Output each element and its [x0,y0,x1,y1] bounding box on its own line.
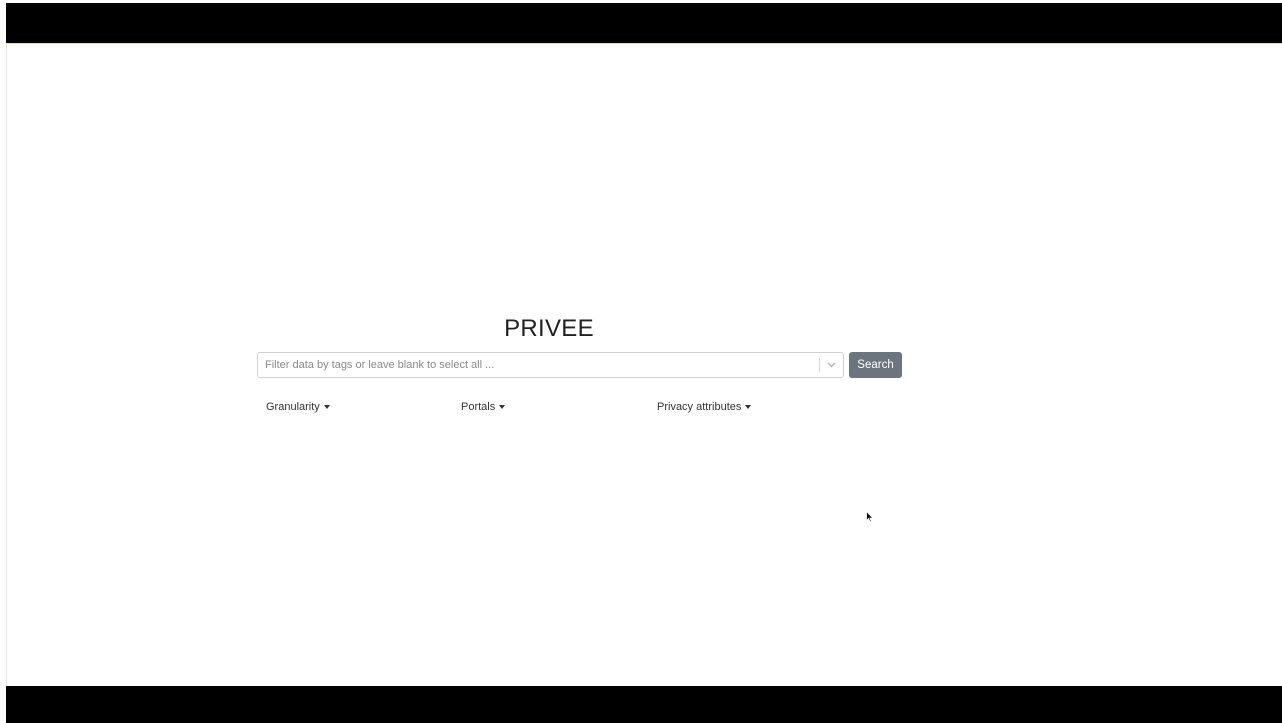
portals-dropdown[interactable]: Portals [461,399,506,415]
app-screen: PRIVEE Search Granularity Portals Privac… [0,0,1282,723]
tag-filter-input[interactable] [258,353,813,377]
caret-down-icon [745,405,752,409]
app-title: PRIVEE [504,315,594,342]
mouse-pointer-icon [866,510,874,523]
portals-label: Portals [461,401,496,413]
top-letterbox-bar [6,3,1282,43]
chevron-down-icon[interactable] [820,353,843,377]
privacy-attributes-label: Privacy attributes [657,401,742,413]
left-edge-line [6,44,7,686]
granularity-dropdown[interactable]: Granularity [266,399,330,415]
top-accent-line [6,43,1282,44]
search-button[interactable]: Search [849,352,902,378]
caret-down-icon [323,405,330,409]
caret-down-icon [499,405,506,409]
privacy-attributes-dropdown[interactable]: Privacy attributes [657,399,752,415]
tag-filter-select[interactable] [257,352,844,378]
bottom-letterbox-bar [6,686,1282,723]
granularity-label: Granularity [266,401,320,413]
